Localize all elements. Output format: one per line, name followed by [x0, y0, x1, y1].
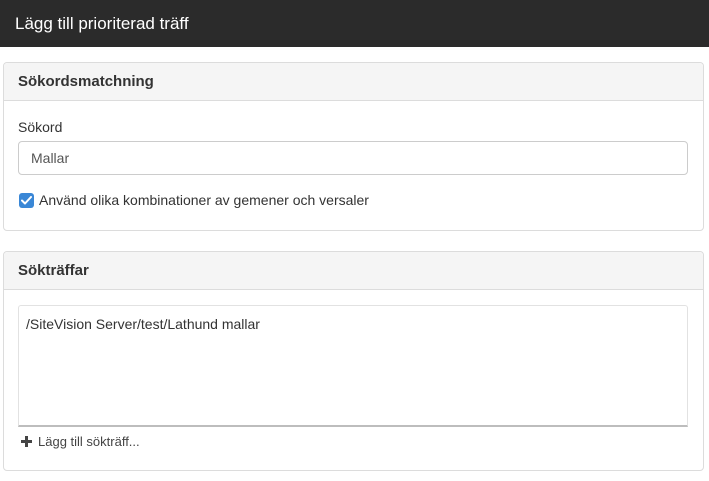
case-variants-label: Använd olika kombinationer av gemener oc… — [39, 192, 369, 208]
keyword-input[interactable] — [18, 141, 688, 175]
search-hits-heading: Sökträffar — [4, 252, 703, 290]
add-search-hit-link[interactable]: Lägg till sökträff... — [21, 434, 140, 449]
keyword-matching-panel: Sökordsmatchning Sökord Använd olika kom… — [3, 62, 704, 231]
list-item[interactable]: /SiteVision Server/test/Lathund mallar — [26, 316, 260, 332]
plus-icon — [21, 436, 32, 447]
search-hits-panel: Sökträffar /SiteVision Server/test/Lathu… — [3, 251, 704, 471]
add-search-hit-label: Lägg till sökträff... — [38, 434, 140, 449]
case-variants-checkbox[interactable] — [19, 192, 34, 208]
search-hits-list: /SiteVision Server/test/Lathund mallar — [18, 305, 688, 427]
checkmark-icon — [21, 195, 32, 204]
dialog-title: Lägg till prioriterad träff — [0, 0, 709, 47]
keyword-matching-heading: Sökordsmatchning — [4, 63, 703, 101]
keyword-label: Sökord — [18, 119, 63, 135]
case-variants-option[interactable]: Använd olika kombinationer av gemener oc… — [19, 192, 369, 208]
